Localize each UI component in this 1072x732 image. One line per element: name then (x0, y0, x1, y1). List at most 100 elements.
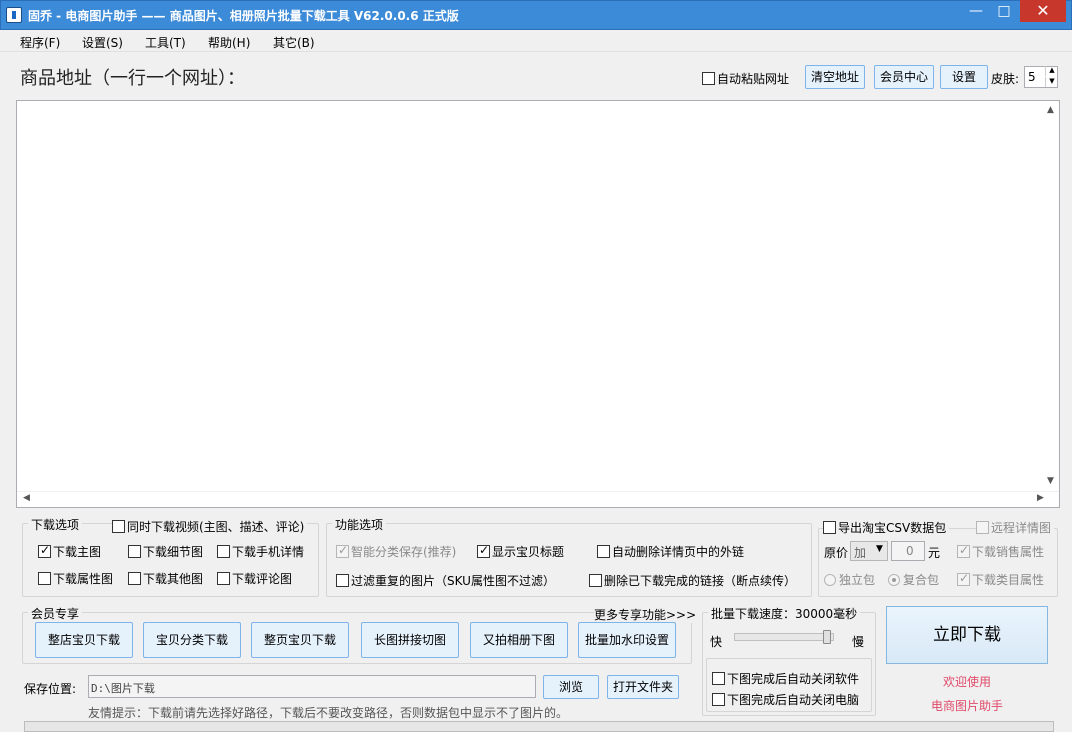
sales-attr-checkbox[interactable]: 下载销售属性 (957, 543, 1044, 560)
menu-program[interactable]: 程序(F) (20, 34, 60, 51)
download-review-checkbox[interactable]: 下载评论图 (217, 570, 292, 587)
speed-slider-thumb[interactable] (823, 630, 832, 644)
browse-button[interactable]: 浏览 (543, 675, 599, 699)
category-attr-checkbox[interactable]: 下载类目属性 (957, 571, 1044, 588)
whole-store-download-button[interactable]: 整店宝贝下载 (35, 622, 133, 658)
download-mobile-box[interactable] (217, 545, 230, 558)
delete-done-box[interactable] (589, 574, 602, 587)
member-center-button[interactable]: 会员中心 (874, 65, 934, 89)
remote-detail-checkbox[interactable]: 远程详情图 (976, 519, 1055, 536)
scroll-right-icon[interactable]: ▶ (1037, 493, 1044, 503)
auto-paste-label: 自动粘贴网址 (717, 72, 790, 86)
download-mobile-label: 下载手机详情 (232, 545, 305, 559)
show-title-box[interactable] (477, 543, 490, 558)
download-video-box[interactable] (112, 520, 125, 533)
remote-detail-box[interactable] (976, 521, 989, 534)
download-video-label: 同时下载视频(主图、描述、评论) (127, 520, 305, 534)
spin-up-icon[interactable]: ▲ (1045, 66, 1058, 76)
remove-links-checkbox[interactable]: 自动删除详情页中的外链 (597, 543, 744, 560)
menu-help[interactable]: 帮助(H) (208, 34, 250, 51)
progress-bar (24, 721, 1054, 732)
long-image-stitch-button[interactable]: 长图拼接切图 (361, 622, 459, 658)
download-review-label: 下载评论图 (232, 572, 293, 586)
horizontal-scrollbar[interactable]: ◀ ▶ (17, 491, 1059, 507)
standalone-radio[interactable]: 独立包 (824, 571, 875, 588)
url-textarea[interactable]: ▲ ▼ ◀ ▶ (16, 100, 1060, 508)
show-title-checkbox[interactable]: 显示宝贝标题 (477, 543, 564, 560)
filter-duplicates-label: 过滤重复的图片（SKU属性图不过滤） (351, 574, 555, 588)
page-download-button[interactable]: 整页宝贝下载 (251, 622, 349, 658)
standalone-label: 独立包 (839, 573, 876, 587)
clear-urls-button[interactable]: 清空地址 (805, 65, 865, 89)
open-folder-button[interactable]: 打开文件夹 (607, 675, 679, 699)
settings-button[interactable]: 设置 (940, 65, 988, 89)
download-other-checkbox[interactable]: 下载其他图 (128, 570, 203, 587)
save-location-label: 保存位置: (24, 682, 77, 696)
auto-shutdown-box[interactable] (712, 693, 725, 706)
category-attr-label: 下载类目属性 (972, 573, 1045, 587)
export-csv-box[interactable] (823, 521, 836, 534)
menu-settings[interactable]: 设置(S) (82, 34, 123, 51)
scroll-down-icon[interactable]: ▼ (1047, 476, 1054, 486)
category-attr-box[interactable] (957, 571, 970, 586)
url-label: 商品地址（一行一个网址）： (20, 68, 245, 89)
smart-save-box[interactable] (336, 543, 349, 558)
scroll-up-icon[interactable]: ▲ (1047, 105, 1054, 115)
skin-spinner[interactable]: 5 ▲ ▼ (1024, 66, 1058, 88)
download-detail-checkbox[interactable]: 下载细节图 (128, 543, 203, 560)
speed-slider-track[interactable] (734, 633, 834, 641)
price-value: 0 (906, 544, 914, 558)
export-csv-label: 导出淘宝CSV数据包 (838, 521, 947, 535)
spin-down-icon[interactable]: ▼ (1045, 77, 1058, 87)
price-operator-select[interactable]: 加 ▼ (850, 541, 888, 561)
remove-links-label: 自动删除详情页中的外链 (612, 545, 745, 559)
menu-tools[interactable]: 工具(T) (145, 34, 186, 51)
menu-other[interactable]: 其它(B) (273, 34, 315, 51)
price-operator-value: 加 (854, 546, 867, 560)
download-review-box[interactable] (217, 572, 230, 585)
auto-close-app-box[interactable] (712, 672, 725, 685)
export-csv-checkbox[interactable]: 导出淘宝CSV数据包 (823, 519, 950, 536)
auto-paste-checkbox[interactable]: 自动粘贴网址 (702, 70, 789, 87)
filter-duplicates-box[interactable] (336, 574, 349, 587)
download-mobile-checkbox[interactable]: 下载手机详情 (217, 543, 304, 560)
auto-paste-box[interactable] (702, 72, 715, 85)
close-button[interactable]: ✕ (1020, 0, 1066, 22)
standalone-radio-dot[interactable] (824, 573, 836, 586)
auto-shutdown-checkbox[interactable]: 下图完成后自动关闭电脑 (712, 691, 859, 708)
filter-duplicates-checkbox[interactable]: 过滤重复的图片（SKU属性图不过滤） (336, 572, 555, 589)
sales-attr-box[interactable] (957, 543, 970, 558)
composite-label: 复合包 (903, 573, 940, 587)
window-title: 固乔 - 电商图片助手 —— 商品图片、相册照片批量下载工具 V62.0.0.6… (28, 9, 459, 23)
download-main-box[interactable] (38, 543, 51, 558)
upai-album-download-button[interactable]: 又拍相册下图 (470, 622, 568, 658)
skin-label: 皮肤: (991, 72, 1020, 86)
batch-watermark-button[interactable]: 批量加水印设置 (578, 622, 676, 658)
more-features-link[interactable]: 更多专享功能>>> (594, 606, 697, 623)
speed-fast-label: 快 (710, 635, 723, 649)
welcome-line-1: 欢迎使用 (942, 675, 991, 689)
download-main-checkbox[interactable]: 下载主图 (38, 543, 101, 560)
composite-radio[interactable]: 复合包 (888, 571, 939, 588)
maximize-button[interactable]: □ (990, 0, 1018, 22)
save-path-input[interactable]: D:\图片下载 (88, 675, 536, 698)
download-attr-box[interactable] (38, 572, 51, 585)
price-value-input[interactable]: 0 (891, 541, 925, 561)
minimize-button[interactable]: — (962, 0, 990, 22)
speed-slow-label: 慢 (852, 635, 865, 649)
download-main-label: 下载主图 (53, 545, 102, 559)
category-download-button[interactable]: 宝贝分类下载 (143, 622, 241, 658)
auto-close-app-checkbox[interactable]: 下图完成后自动关闭软件 (712, 670, 859, 687)
scroll-left-icon[interactable]: ◀ (23, 493, 30, 503)
composite-radio-dot[interactable] (888, 573, 900, 586)
download-detail-box[interactable] (128, 545, 141, 558)
price-label: 原价 (824, 546, 849, 560)
delete-done-checkbox[interactable]: 删除已下载完成的链接（断点续传） (589, 572, 796, 589)
download-now-button[interactable]: 立即下载 (886, 606, 1048, 664)
smart-save-checkbox[interactable]: 智能分类保存(推荐) (336, 543, 456, 560)
download-attr-checkbox[interactable]: 下载属性图 (38, 570, 113, 587)
download-other-box[interactable] (128, 572, 141, 585)
vertical-scrollbar[interactable]: ▲ ▼ (1043, 101, 1059, 491)
remove-links-box[interactable] (597, 545, 610, 558)
download-video-checkbox[interactable]: 同时下载视频(主图、描述、评论) (112, 518, 308, 535)
